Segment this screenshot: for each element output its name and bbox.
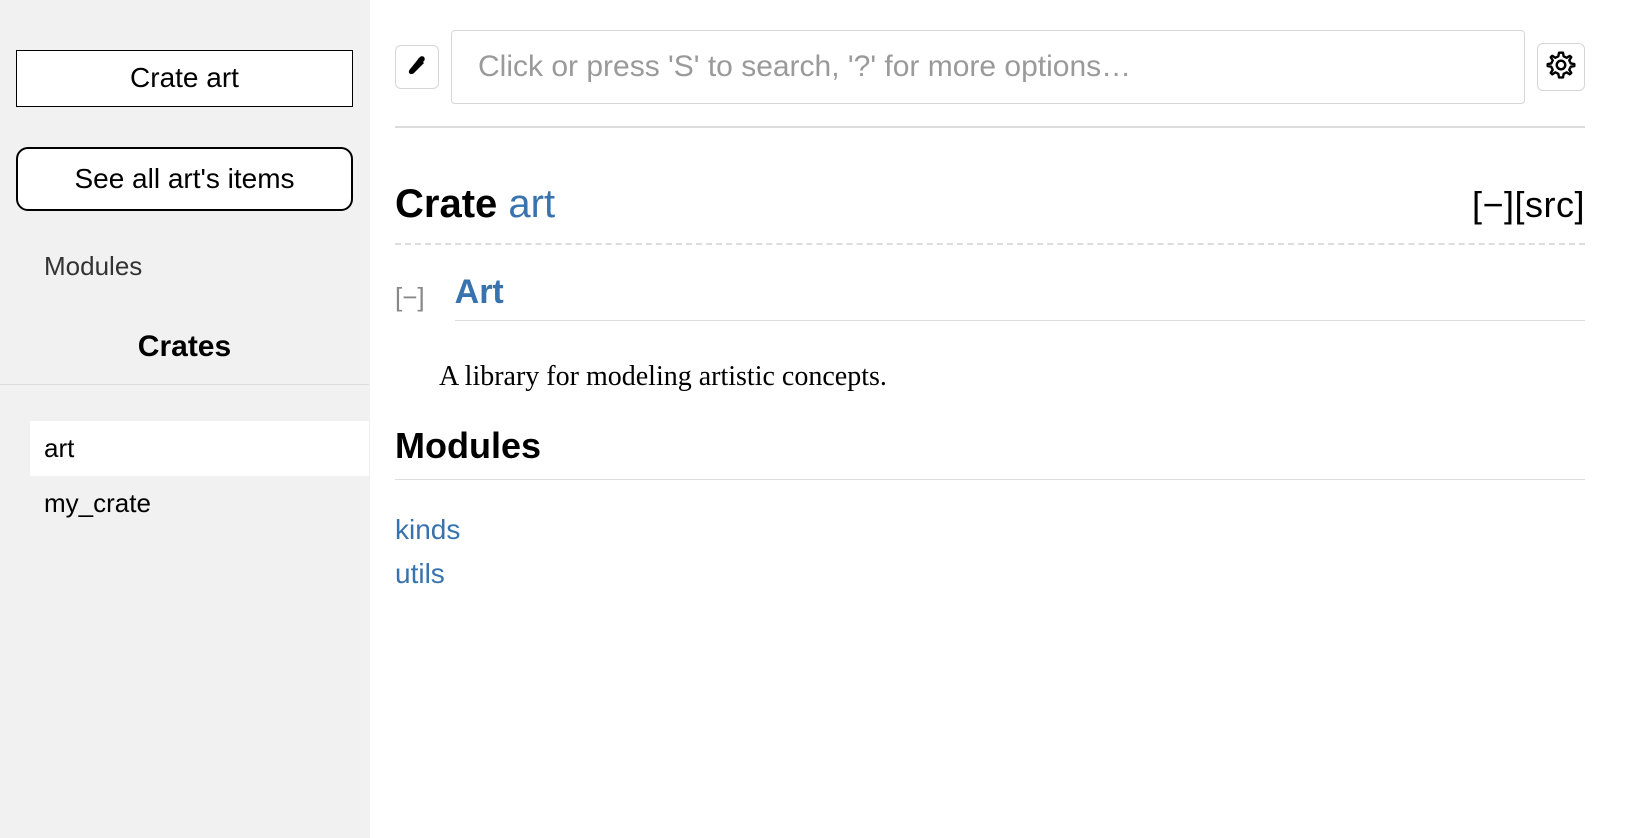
sidebar-crate-art[interactable]: art xyxy=(30,421,369,476)
sidebar-crates-list: art my_crate xyxy=(0,385,369,531)
collapse-all-toggle[interactable]: [−] xyxy=(1472,184,1515,225)
sidebar-crates-heading: Crates xyxy=(0,300,369,385)
main-content: Crate art [−][src] [−] Art A library for… xyxy=(370,0,1625,838)
sidebar-section-modules[interactable]: Modules xyxy=(0,251,369,300)
page-title: Crate art xyxy=(395,182,555,227)
sidebar-location: Crate art xyxy=(16,50,353,107)
sidebar: Crate art See all art's items Modules Cr… xyxy=(0,0,370,838)
module-list: kinds utils xyxy=(395,480,1585,596)
doc-title: Art xyxy=(455,273,1585,321)
page-title-crate-link[interactable]: art xyxy=(508,182,555,226)
module-link-utils[interactable]: utils xyxy=(395,552,1585,596)
settings-button[interactable] xyxy=(1537,43,1585,91)
see-all-items-button[interactable]: See all art's items xyxy=(16,147,353,211)
page-title-prefix: Crate xyxy=(395,182,508,226)
doc-description: A library for modeling artistic concepts… xyxy=(395,329,1585,425)
gear-icon xyxy=(1545,49,1577,86)
topbar xyxy=(395,30,1585,104)
modules-heading: Modules xyxy=(395,425,1585,480)
doc-title-row: [−] Art xyxy=(395,245,1585,329)
search-input[interactable] xyxy=(451,30,1525,104)
theme-picker-button[interactable] xyxy=(395,45,439,89)
heading-links: [−][src] xyxy=(1472,184,1585,226)
page-heading-row: Crate art [−][src] xyxy=(395,128,1585,245)
src-link[interactable]: [src] xyxy=(1515,184,1586,225)
brush-icon xyxy=(405,53,429,82)
doc-collapse-toggle[interactable]: [−] xyxy=(395,282,425,313)
sidebar-crate-my_crate[interactable]: my_crate xyxy=(0,476,369,531)
module-link-kinds[interactable]: kinds xyxy=(395,508,1585,552)
